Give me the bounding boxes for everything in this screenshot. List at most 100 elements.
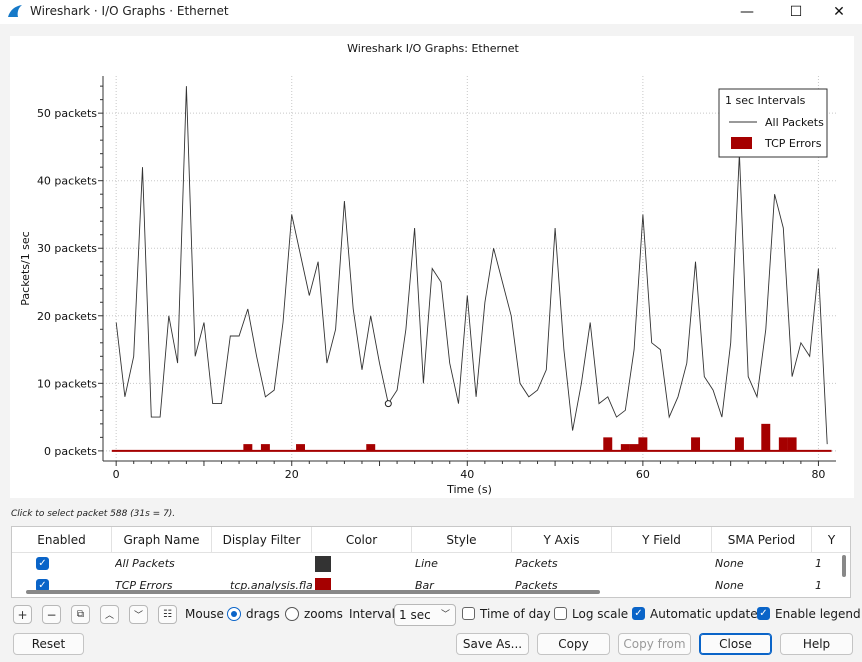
- legend-header: 1 sec Intervals: [725, 94, 806, 107]
- tcp-errors-bar: [603, 437, 613, 451]
- chevron-up-icon: ︿: [104, 611, 114, 621]
- column-header[interactable]: Display Filter: [212, 527, 312, 553]
- automatic-update-checkbox[interactable]: ✓: [632, 607, 645, 620]
- add-graph-button[interactable]: +: [13, 605, 32, 624]
- x-tick-label: 80: [811, 468, 825, 481]
- sma-period-cell[interactable]: None: [715, 575, 812, 597]
- interval-select[interactable]: 1 sec ﹀: [394, 604, 456, 626]
- legend-entry-all-packets: All Packets: [765, 116, 824, 129]
- mouse-label: Mouse: [185, 607, 224, 621]
- graph-style-cell[interactable]: Line: [415, 553, 512, 575]
- minimize-button[interactable]: —: [724, 0, 770, 24]
- plus-icon: +: [17, 607, 28, 622]
- window-title: Wireshark · I/O Graphs · Ethernet: [30, 4, 229, 18]
- y-cell[interactable]: 1: [815, 553, 827, 575]
- tcp-errors-bar: [778, 437, 788, 451]
- y-field-cell[interactable]: [615, 575, 712, 597]
- tcp-errors-bar: [691, 437, 701, 451]
- remove-graph-button[interactable]: −: [42, 605, 61, 624]
- maximize-button[interactable]: ☐: [773, 0, 819, 24]
- y-tick-label: 20 packets: [37, 310, 97, 323]
- reset-button[interactable]: Reset: [13, 633, 84, 655]
- y-field-cell[interactable]: [615, 553, 712, 575]
- title-bar: Wireshark · I/O Graphs · Ethernet — ☐ ✕: [0, 0, 862, 24]
- mouse-drags-radio[interactable]: [227, 607, 241, 621]
- enable-legend-label[interactable]: Enable legend: [775, 607, 861, 621]
- copy-from-button[interactable]: Copy from: [618, 633, 691, 655]
- help-button[interactable]: Help: [780, 633, 853, 655]
- column-header[interactable]: SMA Period: [712, 527, 812, 553]
- x-axis-label: Time (s): [446, 483, 492, 496]
- clear-graphs-button[interactable]: ☷: [158, 605, 177, 624]
- display-filter-cell[interactable]: [230, 553, 312, 575]
- table-vertical-scrollbar[interactable]: [842, 555, 846, 577]
- column-header[interactable]: Y Field: [612, 527, 712, 553]
- y-axis-label: Packets/1 sec: [19, 231, 32, 305]
- move-up-button[interactable]: ︿: [100, 605, 119, 624]
- duplicate-graph-button[interactable]: ⧉: [71, 605, 90, 624]
- graph-table-row[interactable]: ✓ All Packets Line Packets None 1: [12, 553, 842, 575]
- sma-period-cell[interactable]: None: [715, 553, 812, 575]
- time-of-day-label[interactable]: Time of day: [480, 607, 551, 621]
- tcp-errors-bar: [734, 437, 744, 451]
- column-header[interactable]: Y: [812, 527, 850, 553]
- graph-table[interactable]: Enabled Graph Name Display Filter Color Styl…: [11, 526, 851, 598]
- mouse-zooms-radio[interactable]: [285, 607, 299, 621]
- tcp-errors-bar: [638, 437, 648, 451]
- y-tick-label: 10 packets: [37, 377, 97, 390]
- io-graph-chart[interactable]: Wireshark I/O Graphs: Ethernet 0 20 40 60 80 0…: [10, 36, 854, 498]
- y-axis-cell[interactable]: Packets: [515, 553, 612, 575]
- wireshark-fin-icon: [8, 5, 22, 17]
- tcp-errors-bar: [761, 423, 771, 451]
- x-tick-label: 40: [460, 468, 474, 481]
- column-header[interactable]: Y Axis: [512, 527, 612, 553]
- copy-icon: ⧉: [76, 609, 85, 620]
- log-scale-label[interactable]: Log scale: [572, 607, 628, 621]
- copy-button[interactable]: Copy: [537, 633, 610, 655]
- chart-title: Wireshark I/O Graphs: Ethernet: [347, 42, 519, 55]
- interval-label: Interval: [349, 607, 395, 621]
- column-header[interactable]: Graph Name: [112, 527, 212, 553]
- graph-enabled-checkbox[interactable]: ✓: [36, 557, 49, 570]
- close-window-button[interactable]: ✕: [816, 0, 862, 24]
- column-header[interactable]: Enabled: [12, 527, 112, 553]
- move-down-button[interactable]: ﹀: [129, 605, 148, 624]
- column-header[interactable]: Color: [312, 527, 412, 553]
- graph-table-header: Enabled Graph Name Display Filter Color Styl…: [12, 527, 850, 553]
- y-tick-label: 50 packets: [37, 107, 97, 120]
- graph-name-cell[interactable]: All Packets: [115, 553, 212, 575]
- y-cell[interactable]: 1: [815, 575, 827, 597]
- io-graph-plot-area[interactable]: Wireshark I/O Graphs: Ethernet 0 20 40 60 80 0…: [10, 36, 854, 498]
- y-tick-label: 0 packets: [44, 445, 97, 458]
- column-header[interactable]: Style: [412, 527, 512, 553]
- hover-marker: [384, 400, 392, 408]
- tcp-errors-bar: [243, 444, 253, 451]
- drags-label[interactable]: drags: [246, 607, 280, 621]
- graph-color-swatch[interactable]: [315, 556, 331, 572]
- io-graphs-window: Wireshark · I/O Graphs · Ethernet — ☐ ✕ …: [0, 0, 862, 662]
- tcp-errors-bar: [629, 444, 639, 451]
- tcp-errors-bar: [787, 437, 797, 451]
- automatic-update-label[interactable]: Automatic update: [650, 607, 758, 621]
- dialog-button-row: Reset Save As... Copy Copy from Close He…: [0, 631, 862, 659]
- enable-legend-checkbox[interactable]: ✓: [757, 607, 770, 620]
- y-tick-label: 30 packets: [37, 242, 97, 255]
- y-tick-label: 40 packets: [37, 175, 97, 188]
- minus-icon: −: [46, 607, 57, 622]
- status-hint: Click to select packet 588 (31s = 7).: [11, 509, 176, 519]
- x-tick-label: 60: [636, 468, 650, 481]
- tcp-errors-bar: [296, 444, 305, 451]
- close-button[interactable]: Close: [699, 633, 772, 655]
- log-scale-checkbox[interactable]: [554, 607, 567, 620]
- legend-bar-swatch: [731, 137, 752, 149]
- time-of-day-checkbox[interactable]: [462, 607, 475, 620]
- table-horizontal-scrollbar[interactable]: [26, 590, 600, 594]
- legend-entry-tcp-errors: TCP Errors: [764, 137, 822, 150]
- save-as-button[interactable]: Save As...: [456, 633, 529, 655]
- chevron-down-icon: ﹀: [440, 610, 450, 620]
- interval-value: 1 sec: [399, 608, 431, 622]
- clear-list-icon: ☷: [163, 609, 172, 620]
- chevron-down-icon: ﹀: [133, 611, 143, 621]
- zooms-label[interactable]: zooms: [304, 607, 343, 621]
- graph-toolbar: + − ⧉ ︿ ﹀ ☷ Mouse drags zooms Interval 1…: [0, 600, 862, 630]
